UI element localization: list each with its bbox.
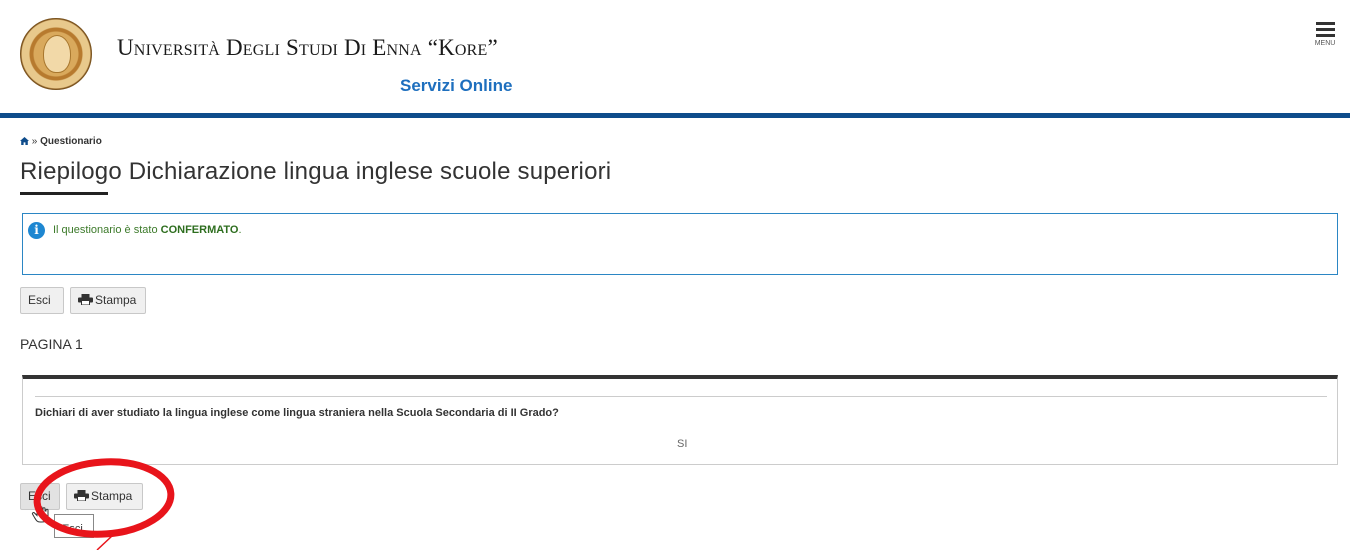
services-subtitle[interactable]: Servizi Online: [400, 76, 512, 96]
print-button-label: Stampa: [95, 293, 137, 307]
hamburger-icon-bar: [1315, 28, 1335, 31]
exit-button[interactable]: Esci: [20, 287, 64, 314]
info-text-suffix: .: [238, 224, 242, 236]
printer-icon: [78, 294, 93, 305]
status-badge: CONFERMATO: [160, 224, 239, 236]
hand-cursor-icon: [31, 500, 49, 523]
tooltip-text: Esci: [62, 523, 83, 535]
breadcrumb-current: Questionario: [40, 136, 102, 147]
breadcrumb: » Questionario: [20, 136, 102, 147]
site-header: Università Degli Studi Di Enna “Kore” Se…: [0, 0, 1350, 117]
hamburger-icon-bar: [1315, 34, 1335, 37]
breadcrumb-separator: »: [31, 136, 38, 147]
header-divider: [0, 113, 1350, 118]
question-card: Dichiari di aver studiato la lingua ingl…: [22, 375, 1338, 465]
question-text: Dichiari di aver studiato la lingua ingl…: [35, 407, 559, 419]
exit-button-label: Esci: [28, 293, 51, 307]
answer-value: SI: [677, 438, 688, 450]
tooltip: Esci: [54, 514, 94, 538]
info-alert: i Il questionario è stato CONFERMATO.: [22, 213, 1338, 275]
title-underline: [20, 192, 108, 195]
menu-label: MENU: [1314, 40, 1336, 47]
seal-figure: [43, 35, 71, 73]
page-title: Riepilogo Dichiarazione lingua inglese s…: [20, 158, 612, 185]
university-seal-logo[interactable]: [20, 18, 92, 90]
question-divider: [35, 396, 1327, 397]
info-icon: i: [28, 222, 45, 239]
printer-icon: [74, 490, 89, 501]
hamburger-icon: [1315, 22, 1335, 25]
print-button-label: Stampa: [91, 489, 133, 503]
home-icon[interactable]: [20, 136, 32, 147]
info-message: Il questionario è stato CONFERMATO.: [53, 224, 242, 236]
page-number-label: PAGINA 1: [20, 336, 83, 352]
print-button[interactable]: Stampa: [66, 483, 143, 510]
highlight-pointer-line: [96, 535, 113, 550]
info-text-prefix: Il questionario è stato: [53, 224, 161, 236]
print-button[interactable]: Stampa: [70, 287, 146, 314]
university-name: Università Degli Studi Di Enna “Kore”: [117, 35, 498, 60]
menu-button[interactable]: MENU: [1310, 22, 1340, 62]
